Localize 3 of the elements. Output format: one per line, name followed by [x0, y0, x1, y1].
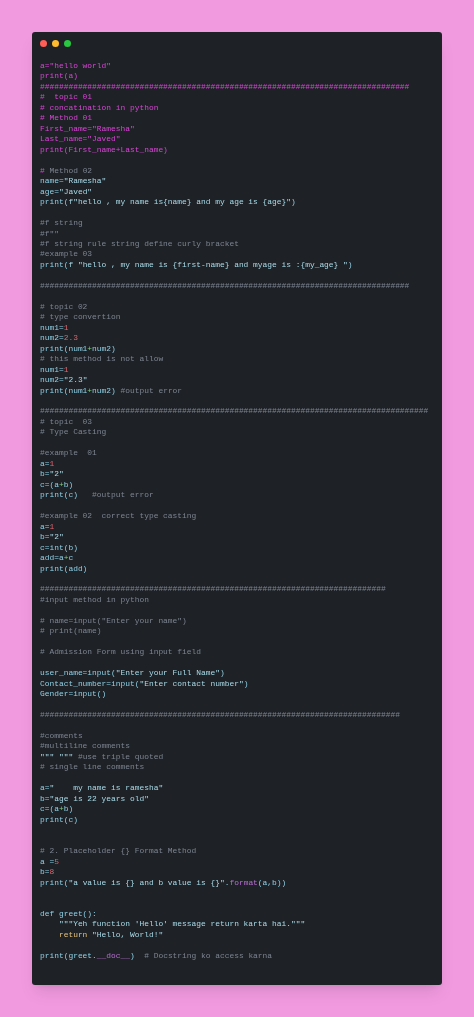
maximize-icon[interactable] — [64, 40, 71, 47]
minimize-icon[interactable] — [52, 40, 59, 47]
close-icon[interactable] — [40, 40, 47, 47]
